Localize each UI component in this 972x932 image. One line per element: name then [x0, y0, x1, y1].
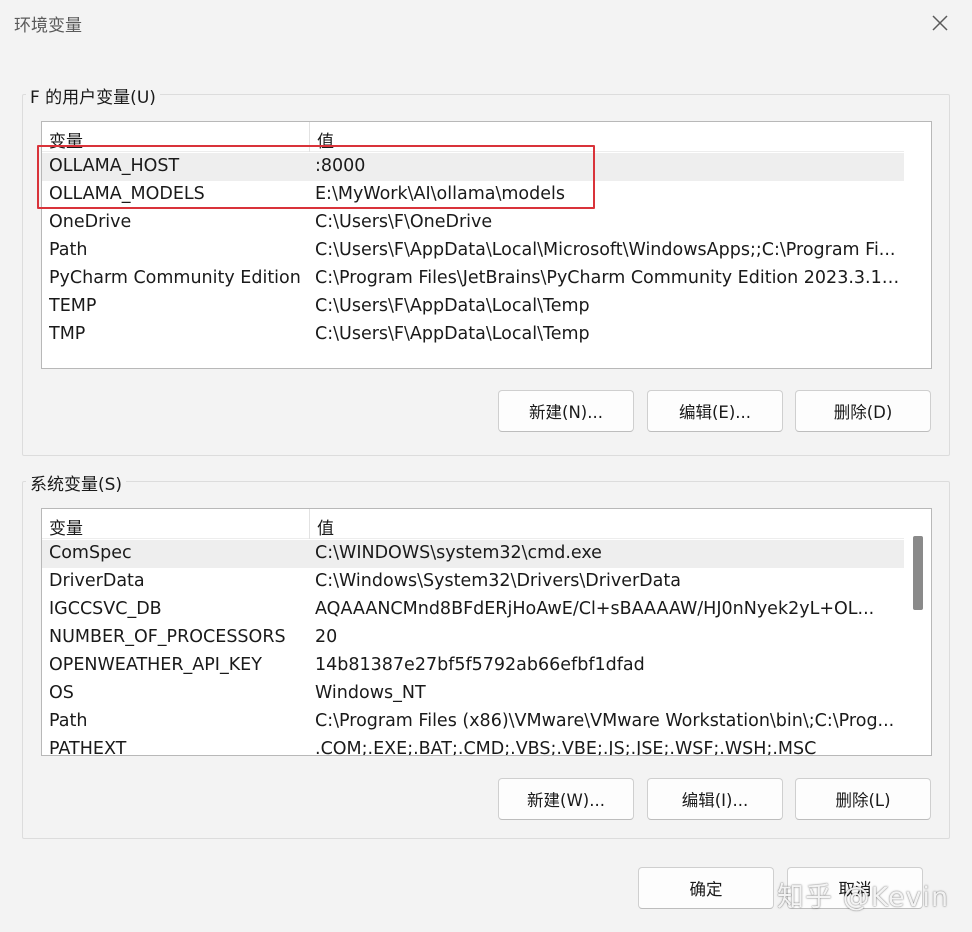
list-item[interactable]: OneDrive C:\Users\F\OneDrive — [42, 209, 904, 237]
variable-name: OLLAMA_MODELS — [49, 184, 205, 204]
variable-value: :8000 — [315, 156, 366, 176]
vertical-scrollbar[interactable] — [905, 509, 931, 755]
close-icon — [932, 15, 948, 31]
list-item[interactable]: TMP C:\Users\F\AppData\Local\Temp — [42, 321, 904, 349]
variable-value: E:\MyWork\AI\ollama\models — [315, 184, 565, 204]
column-header-variable[interactable]: 变量 — [42, 509, 310, 539]
variable-value: C:\Users\F\AppData\Local\Temp — [315, 324, 590, 344]
variable-value: C:\Program Files (x86)\VMware\VMware Wor… — [315, 711, 895, 731]
list-item[interactable]: OPENWEATHER_API_KEY 14b81387e27bf5f5792a… — [42, 652, 904, 680]
user-variables-label: F 的用户变量(U) — [26, 83, 160, 108]
ok-button[interactable]: 确定 — [638, 867, 774, 909]
list-item[interactable]: ComSpec C:\WINDOWS\system32\cmd.exe — [42, 540, 904, 568]
list-item[interactable]: PATHEXT .COM;.EXE;.BAT;.CMD;.VBS;.VBE;.J… — [42, 736, 904, 756]
user-new-button[interactable]: 新建(N)... — [498, 390, 634, 432]
variable-name: Path — [49, 240, 88, 260]
column-header-variable[interactable]: 变量 — [42, 122, 310, 152]
variable-name: OS — [49, 683, 74, 703]
variable-value: C:\Users\F\AppData\Local\Microsoft\Windo… — [315, 240, 896, 260]
system-edit-button[interactable]: 编辑(I)... — [647, 778, 783, 820]
variable-value: Windows_NT — [315, 683, 426, 703]
window-title: 环境变量 — [14, 16, 82, 36]
scrollbar-thumb[interactable] — [913, 536, 923, 610]
user-delete-button[interactable]: 删除(D) — [795, 390, 931, 432]
system-variables-list[interactable]: 变量 值 ComSpec C:\WINDOWS\system32\cmd.exe… — [41, 508, 932, 756]
variable-value: 20 — [315, 627, 338, 647]
system-variables-label: 系统变量(S) — [26, 470, 127, 495]
variable-name: DriverData — [49, 571, 145, 591]
cancel-button[interactable]: 取消 — [787, 867, 923, 909]
variable-value: C:\Windows\System32\Drivers\DriverData — [315, 571, 681, 591]
list-item[interactable]: OS Windows_NT — [42, 680, 904, 708]
close-button[interactable] — [922, 8, 958, 38]
list-header: 变量 值 — [42, 122, 904, 152]
system-delete-button[interactable]: 删除(L) — [795, 778, 931, 820]
list-item[interactable]: TEMP C:\Users\F\AppData\Local\Temp — [42, 293, 904, 321]
variable-name: TMP — [49, 324, 86, 344]
column-header-value[interactable]: 值 — [310, 509, 910, 539]
list-item[interactable]: Path C:\Users\F\AppData\Local\Microsoft\… — [42, 237, 904, 265]
variable-name: NUMBER_OF_PROCESSORS — [49, 627, 286, 647]
list-item[interactable]: Path C:\Program Files (x86)\VMware\VMwar… — [42, 708, 904, 736]
system-new-button[interactable]: 新建(W)... — [498, 778, 634, 820]
variable-name: OPENWEATHER_API_KEY — [49, 655, 262, 675]
list-item[interactable]: OLLAMA_HOST :8000 — [42, 153, 904, 181]
variable-value: 14b81387e27bf5f5792ab66efbf1dfad — [315, 655, 645, 675]
title-bar: 环境变量 — [0, 0, 972, 46]
list-item[interactable]: OLLAMA_MODELS E:\MyWork\AI\ollama\models — [42, 181, 904, 209]
variable-name: OneDrive — [49, 212, 132, 232]
list-item[interactable]: PyCharm Community Edition C:\Program Fil… — [42, 265, 904, 293]
variable-name: Path — [49, 711, 88, 731]
variable-value: AQAAANCMnd8BFdERjHoAwE/Cl+sBAAAAW/HJ0nNy… — [315, 599, 875, 619]
variable-name: IGCCSVC_DB — [49, 599, 162, 619]
list-item[interactable]: DriverData C:\Windows\System32\Drivers\D… — [42, 568, 904, 596]
variable-name: ComSpec — [49, 543, 132, 563]
column-header-value[interactable]: 值 — [310, 122, 910, 152]
variable-name: OLLAMA_HOST — [49, 156, 180, 176]
variable-name: TEMP — [49, 296, 97, 316]
variable-value: .COM;.EXE;.BAT;.CMD;.VBS;.VBE;.JS;.JSE;.… — [315, 739, 817, 756]
variable-value: C:\Program Files\JetBrains\PyCharm Commu… — [315, 268, 900, 288]
list-item[interactable]: NUMBER_OF_PROCESSORS 20 — [42, 624, 904, 652]
variable-name: PyCharm Community Edition — [49, 268, 301, 288]
user-edit-button[interactable]: 编辑(E)... — [647, 390, 783, 432]
user-variables-list[interactable]: 变量 值 OLLAMA_HOST :8000 OLLAMA_MODELS E:\… — [41, 121, 932, 369]
variable-name: PATHEXT — [49, 739, 127, 756]
variable-value: C:\Users\F\AppData\Local\Temp — [315, 296, 590, 316]
variable-value: C:\WINDOWS\system32\cmd.exe — [315, 543, 602, 563]
variable-value: C:\Users\F\OneDrive — [315, 212, 493, 232]
list-item[interactable]: IGCCSVC_DB AQAAANCMnd8BFdERjHoAwE/Cl+sBA… — [42, 596, 904, 624]
list-header: 变量 值 — [42, 509, 904, 539]
